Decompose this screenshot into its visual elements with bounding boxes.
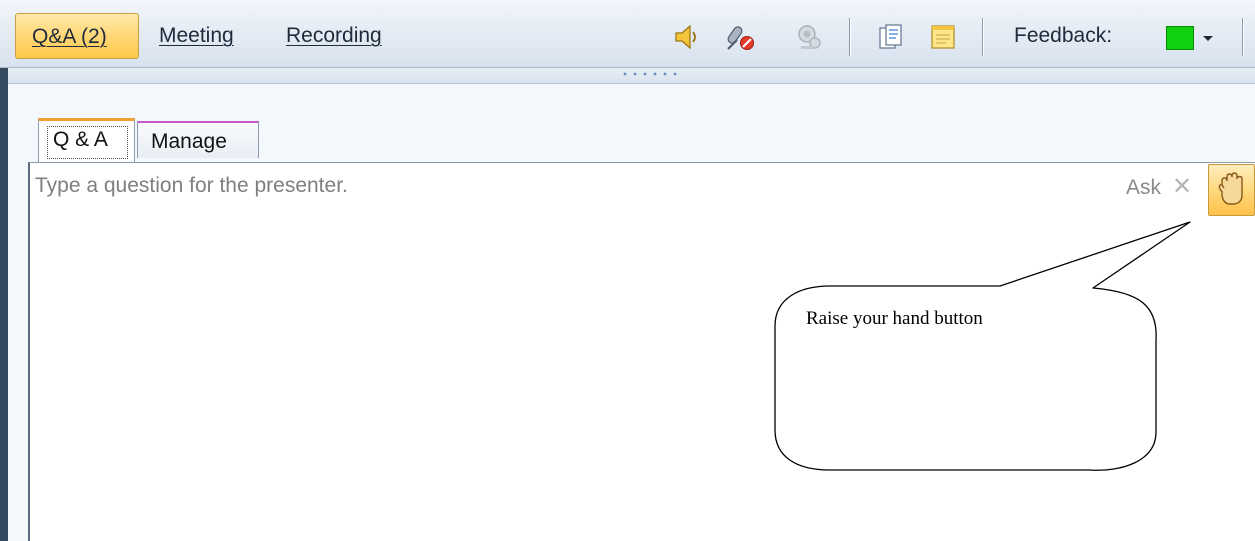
notes-icon[interactable] [928, 22, 958, 52]
webcam-icon[interactable] [795, 22, 825, 52]
chevron-down-icon[interactable] [1203, 36, 1213, 41]
tab-manage[interactable]: Manage [137, 121, 259, 158]
tab-focus-ring [47, 126, 128, 159]
mic-muted-icon[interactable] [725, 22, 755, 52]
left-rail [0, 68, 8, 541]
raise-hand-button[interactable] [1208, 164, 1255, 216]
tab-qa[interactable]: Q & A [38, 118, 135, 162]
qa-window: Q&A (2) Meeting Recording Feedback: Mana… [0, 0, 1255, 541]
feedback-label: Feedback: [1014, 24, 1113, 47]
toolbar-tab-recording[interactable]: Recording [286, 13, 382, 59]
raise-hand-icon [1218, 172, 1243, 205]
pane-splitter[interactable] [8, 68, 1255, 84]
tab-manage-label: Manage [151, 130, 227, 153]
speaker-icon[interactable] [672, 22, 702, 52]
question-input[interactable] [35, 170, 1095, 202]
callout-text: Raise your hand button [806, 308, 983, 329]
feedback-color-swatch[interactable] [1166, 26, 1194, 50]
toolbar-separator [849, 18, 850, 56]
splitter-grip-icon[interactable] [620, 72, 680, 76]
toolbar-tab-meeting[interactable]: Meeting [159, 13, 234, 59]
qa-content-area [28, 162, 1255, 541]
ask-button[interactable]: Ask [1126, 176, 1161, 200]
toolbar-separator [982, 18, 983, 56]
close-icon[interactable]: ✕ [1171, 174, 1193, 200]
toolbar-tab-qa[interactable]: Q&A (2) [15, 13, 139, 59]
main-toolbar: Q&A (2) Meeting Recording Feedback: [0, 0, 1255, 68]
toolbar-separator [1242, 18, 1243, 56]
handout-icon[interactable] [876, 22, 906, 52]
